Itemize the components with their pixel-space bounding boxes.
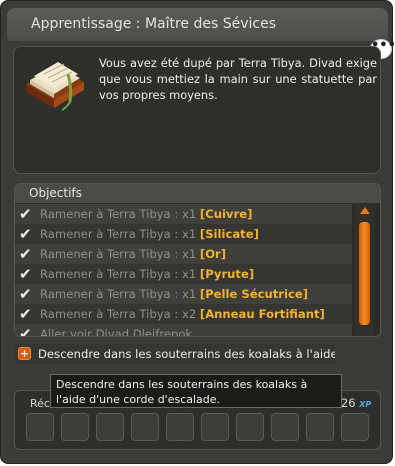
checkmark-icon: ✔ [19, 285, 32, 303]
objectives-panel: Objectifs ✔ Ramener à Terra Tibya : x1 [… [14, 183, 381, 337]
objective-text: Ramener à Terra Tibya : x1 [40, 247, 200, 261]
book-icon [26, 62, 84, 111]
quest-description: Vous avez été dupé par Terra Tibya. Diva… [99, 56, 377, 102]
reward-slot[interactable] [306, 413, 334, 441]
objective-text: Ramener à Terra Tibya : x2 [40, 307, 200, 321]
item-link[interactable]: [Pelle Sécutrice] [200, 287, 308, 301]
reward-slot[interactable] [96, 413, 124, 441]
objective-row[interactable]: ✔ Ramener à Terra Tibya : x1 [Pyrute] [15, 264, 352, 284]
objectives-header: Objectifs [15, 184, 380, 203]
objective-text: Ramener à Terra Tibya : x1 [40, 207, 200, 221]
checkmark-icon: ✔ [19, 245, 32, 263]
objective-text: Ramener à Terra Tibya : x1 [40, 267, 200, 281]
reward-slot[interactable] [61, 413, 89, 441]
reward-slot[interactable] [201, 413, 229, 441]
checkmark-icon: ✔ [19, 265, 32, 283]
reward-slot[interactable] [26, 413, 54, 441]
item-link[interactable]: [Or] [200, 247, 226, 261]
item-link[interactable]: [Cuivre] [200, 207, 252, 221]
item-link[interactable]: [Silicate] [200, 227, 259, 241]
item-link[interactable]: [Anneau Fortifiant] [200, 307, 325, 321]
objective-row[interactable]: ✔ Aller voir Divad Dleifrepok [15, 324, 352, 337]
objective-row[interactable]: ✔ Ramener à Terra Tibya : x2 [Anneau For… [15, 304, 352, 324]
objective-text: Descendre dans les souterrains des koala… [38, 347, 335, 361]
scrollbar[interactable] [355, 203, 375, 336]
objective-tooltip: Descendre dans les souterrains des koala… [50, 374, 342, 408]
reward-slot[interactable] [341, 413, 369, 441]
objective-row[interactable]: ✔ Ramener à Terra Tibya : x1 [Silicate] [15, 224, 352, 244]
checkmark-icon: ✔ [19, 305, 32, 323]
reward-slot[interactable] [166, 413, 194, 441]
objective-text: Ramener à Terra Tibya : x1 [40, 287, 200, 301]
reward-slot[interactable] [271, 413, 299, 441]
checkmark-icon: ✔ [19, 225, 32, 243]
objective-row[interactable]: ✔ Ramener à Terra Tibya : x1 [Or] [15, 244, 352, 264]
scrollbar-thumb[interactable] [359, 222, 370, 325]
xp-badge: XP [359, 400, 372, 409]
reward-slot[interactable] [131, 413, 159, 441]
objective-text: Aller voir Divad Dleifrepok [40, 327, 193, 337]
objective-row[interactable]: ✔ Ramener à Terra Tibya : x1 [Pelle Sécu… [15, 284, 352, 304]
title-bar[interactable]: Apprentissage : Maître des Sévices [7, 8, 388, 41]
checkmark-icon: ✔ [19, 205, 32, 223]
window-title: Apprentissage : Maître des Sévices [31, 16, 277, 32]
checkmark-icon: ✔ [19, 325, 32, 337]
scroll-up-arrow-icon[interactable] [360, 207, 370, 214]
expand-plus-icon[interactable]: + [18, 347, 31, 360]
objective-row-current[interactable]: + Descendre dans les souterrains des koa… [15, 344, 335, 364]
objective-row[interactable]: ✔ Ramener à Terra Tibya : x1 [Cuivre] [15, 204, 352, 224]
objective-text: Ramener à Terra Tibya : x1 [40, 227, 200, 241]
reward-slot[interactable] [236, 413, 264, 441]
item-link[interactable]: [Pyrute] [200, 267, 254, 281]
